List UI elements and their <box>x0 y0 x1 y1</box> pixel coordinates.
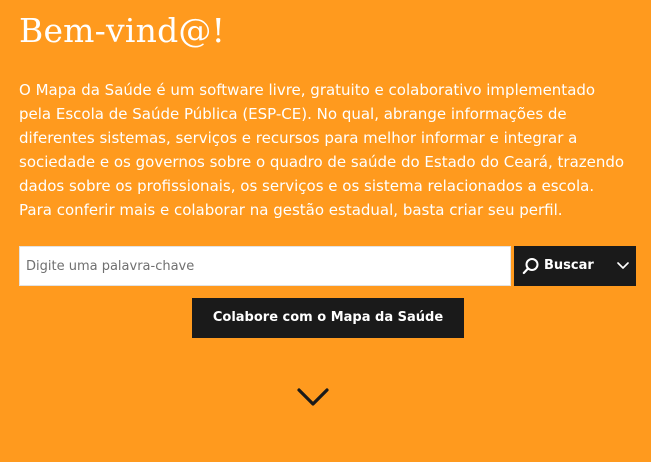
intro-paragraph: O Mapa da Saúde é um software livre, gra… <box>19 81 625 219</box>
chevron-down-icon <box>616 262 629 269</box>
search-filter-dropdown[interactable] <box>609 246 636 286</box>
page-title: Bem-vind@! <box>19 11 226 50</box>
search-icon <box>522 258 539 275</box>
search-button-label: Buscar <box>544 258 594 273</box>
search-input[interactable] <box>19 246 511 286</box>
collaborate-button[interactable]: Colabore com o Mapa da Saúde <box>192 298 464 338</box>
scroll-down-chevron-icon[interactable] <box>296 386 330 408</box>
search-bar: Buscar <box>19 246 636 286</box>
